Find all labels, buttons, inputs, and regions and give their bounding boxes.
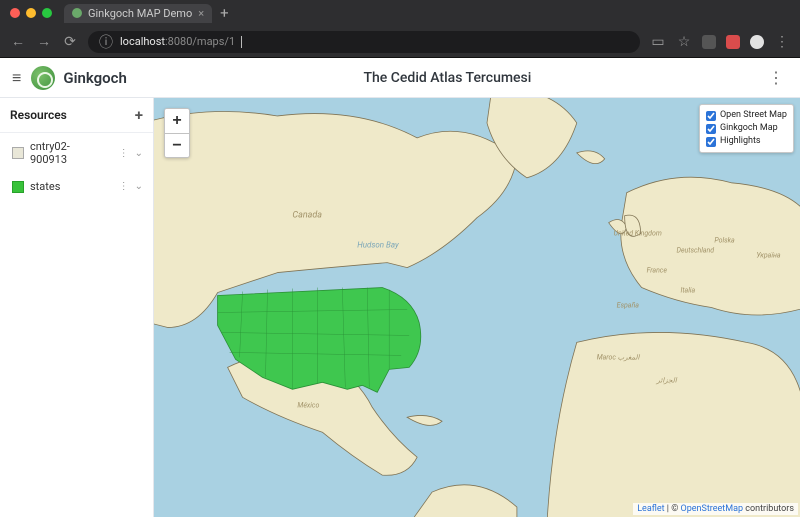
brand-logo [31, 66, 55, 90]
browser-chrome: Ginkgoch MAP Demo × + ← → ⟳ ⓘ localhost:… [0, 0, 800, 58]
zoom-control: + − [164, 108, 190, 158]
chevron-down-icon[interactable]: ⌄ [135, 181, 143, 192]
label-uk: United Kingdom [614, 230, 662, 238]
window-controls [10, 8, 52, 18]
label-polska: Polska [714, 237, 735, 245]
bookmark-icon[interactable]: ☆ [676, 34, 692, 50]
layer-actions-icon[interactable]: ⋮ [119, 181, 129, 192]
minimize-window-button[interactable] [26, 8, 36, 18]
label-mexico: México [297, 401, 319, 409]
label-ukraine: Україна [756, 252, 781, 260]
forward-button[interactable]: → [36, 33, 52, 50]
url-cursor [241, 36, 242, 48]
osm-link[interactable]: OpenStreetMap [681, 504, 744, 514]
app-header: ≡ Ginkgoch The Cedid Atlas Tercumesi ⋮ [0, 58, 800, 98]
extension-icon[interactable] [702, 35, 716, 49]
zoom-in-button[interactable]: + [165, 109, 189, 133]
maximize-window-button[interactable] [42, 8, 52, 18]
leaflet-link[interactable]: Leaflet [637, 504, 664, 514]
browser-tab[interactable]: Ginkgoch MAP Demo × [64, 4, 212, 23]
site-info-icon[interactable]: ⓘ [98, 32, 114, 52]
url-field[interactable]: ⓘ localhost:8080/maps/1 [88, 31, 640, 53]
layer-label: cntry02-900913 [30, 140, 107, 166]
label-hudson: Hudson Bay [357, 241, 399, 250]
profile-avatar[interactable] [750, 35, 764, 49]
chevron-down-icon[interactable]: ⌄ [135, 148, 143, 159]
back-button[interactable]: ← [10, 33, 26, 50]
layer-toggle-highlights: Highlights [706, 135, 787, 148]
zoom-out-button[interactable]: − [165, 133, 189, 157]
sidebar-item-countries[interactable]: cntry02-900913 ⋮ ⌄ [0, 133, 153, 173]
sidebar-header: Resources + [0, 98, 153, 133]
label-france: France [647, 267, 668, 275]
world-layer: Canada Hudson Bay México United Kingdom … [154, 98, 800, 517]
map-attribution: Leaflet | © OpenStreetMap contributors [633, 503, 798, 515]
label-deutschland: Deutschland [677, 247, 715, 255]
layer-toggle-ginkgoch: Ginkgoch Map [706, 122, 787, 135]
cast-icon[interactable]: ▭ [650, 34, 666, 50]
page-title: The Cedid Atlas Tercumesi [127, 70, 768, 86]
label-maroc: Maroc المغرب [597, 353, 641, 361]
new-tab-button[interactable]: + [220, 4, 229, 22]
sidebar: Resources + cntry02-900913 ⋮ ⌄ states ⋮ … [0, 98, 154, 517]
url-host: localhost:8080/maps/1 [120, 35, 235, 48]
toolbar-right: ▭ ☆ ⋮ [650, 34, 790, 50]
tab-title: Ginkgoch MAP Demo [88, 7, 192, 20]
tab-close-icon[interactable]: × [198, 7, 204, 20]
page-menu-icon[interactable]: ⋮ [768, 68, 788, 87]
menu-icon[interactable]: ≡ [12, 68, 21, 88]
extension-icon[interactable] [726, 35, 740, 49]
layer-label: states [30, 180, 60, 193]
layer-swatch [12, 181, 24, 193]
layer-swatch [12, 147, 24, 159]
close-window-button[interactable] [10, 8, 20, 18]
sidebar-item-states[interactable]: states ⋮ ⌄ [0, 173, 153, 200]
layer-control[interactable]: Open Street Map Ginkgoch Map Highlights [699, 104, 794, 153]
brand-name: Ginkgoch [63, 69, 127, 87]
label-algeria: الجزائر [656, 376, 678, 384]
tab-favicon [72, 8, 82, 18]
label-canada: Canada [292, 211, 322, 221]
label-espana: España [617, 302, 640, 310]
url-bar-row: ← → ⟳ ⓘ localhost:8080/maps/1 ▭ ☆ ⋮ [0, 26, 800, 58]
map-canvas[interactable]: Canada Hudson Bay México United Kingdom … [154, 98, 800, 517]
layer-actions-icon[interactable]: ⋮ [119, 148, 129, 159]
checkbox[interactable] [706, 124, 716, 134]
checkbox[interactable] [706, 137, 716, 147]
label-italia: Italia [681, 287, 696, 295]
reload-button[interactable]: ⟳ [62, 34, 78, 50]
layer-toggle-osm: Open Street Map [706, 109, 787, 122]
add-resource-button[interactable]: + [135, 106, 143, 124]
sidebar-title: Resources [10, 108, 67, 122]
app-body: Resources + cntry02-900913 ⋮ ⌄ states ⋮ … [0, 98, 800, 517]
checkbox[interactable] [706, 111, 716, 121]
browser-menu-icon[interactable]: ⋮ [774, 34, 790, 50]
titlebar: Ginkgoch MAP Demo × + [0, 0, 800, 26]
app: ≡ Ginkgoch The Cedid Atlas Tercumesi ⋮ R… [0, 58, 800, 517]
